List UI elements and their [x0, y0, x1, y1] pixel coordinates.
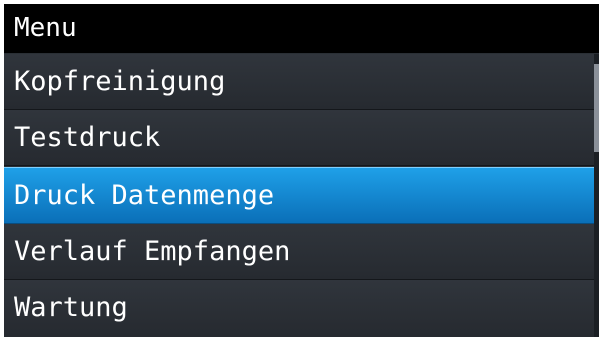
scrollbar[interactable]	[594, 54, 599, 337]
menu-item-wartung[interactable]: Wartung	[4, 280, 597, 337]
menu-item-kopfreinigung[interactable]: Kopfreinigung	[4, 54, 597, 110]
menu-list: Kopfreinigung Testdruck Druck Datenmenge…	[4, 54, 597, 337]
menu-title: Menu	[4, 4, 599, 53]
menu-item-verlauf-empfangen[interactable]: Verlauf Empfangen	[4, 224, 597, 280]
scrollbar-thumb[interactable]	[594, 64, 599, 152]
lcd-screen: Menu Kopfreinigung Testdruck Druck Daten…	[4, 4, 599, 337]
menu-item-druck-datenmenge[interactable]: Druck Datenmenge	[4, 167, 597, 224]
menu-item-testdruck[interactable]: Testdruck	[4, 110, 597, 166]
